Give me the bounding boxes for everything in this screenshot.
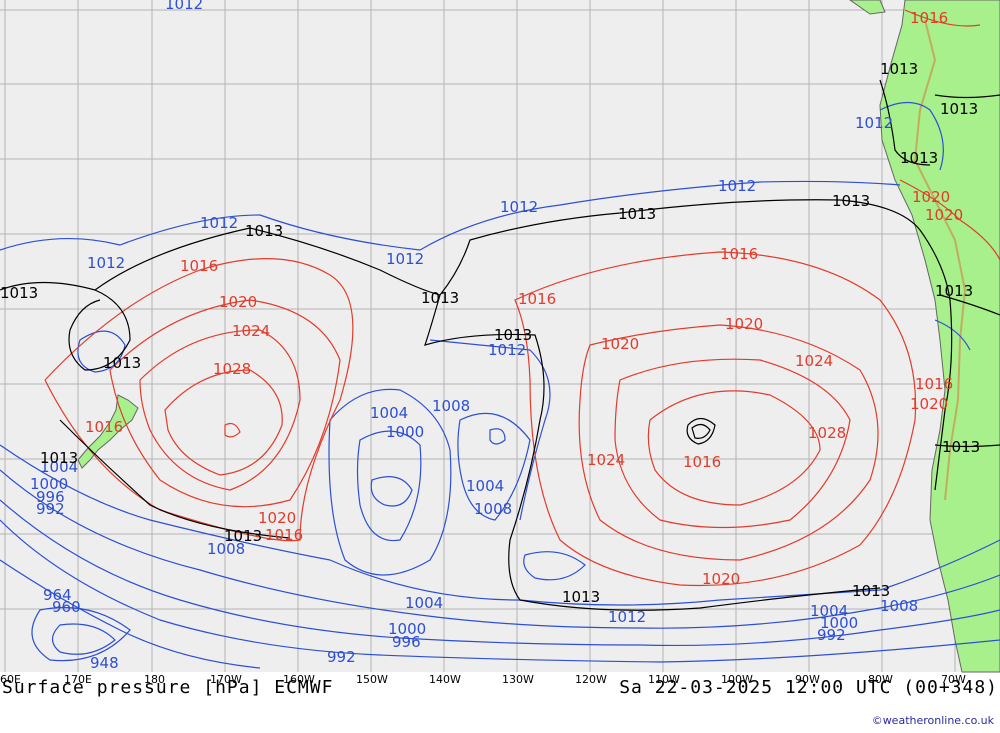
isobar-label: 1016 <box>85 418 123 436</box>
isobar-label: 1012 <box>200 214 238 232</box>
isobar-label: 992 <box>327 648 356 666</box>
isobar-label: 1012 <box>165 0 203 13</box>
isobar-label: 1012 <box>87 254 125 272</box>
isobar-label: 1020 <box>912 188 950 206</box>
isobar-label: 1024 <box>232 322 270 340</box>
map-title: Surface pressure [hPa] ECMWF <box>2 677 334 698</box>
isobar-label: 992 <box>36 500 65 518</box>
lon-tick: 130W <box>502 673 534 686</box>
isobar-label: 1013 <box>40 449 78 467</box>
isobar-label: 1004 <box>405 594 443 612</box>
isobar-label: 1013 <box>421 289 459 307</box>
isobar-label: 1028 <box>808 424 846 442</box>
isobar-label: 1013 <box>942 438 980 456</box>
forecast-datetime: Sa 22-03-2025 12:00 UTC (00+348) <box>619 677 998 698</box>
isobar-label: 960 <box>52 598 81 616</box>
isobar-label: 1013 <box>103 354 141 372</box>
lon-tick: 120W <box>575 673 607 686</box>
isobar-label: 1028 <box>213 360 251 378</box>
weather-map: 1012 1012 1012 1012 1012 1012 1012 1012 … <box>0 0 1000 733</box>
isobar-label: 1013 <box>494 326 532 344</box>
isobar-label: 1020 <box>601 335 639 353</box>
isobar-label: 1008 <box>432 397 470 415</box>
isobar-label: 1013 <box>880 60 918 78</box>
isobar-label: 1016 <box>683 453 721 471</box>
isobar-label: 1004 <box>466 477 504 495</box>
lon-tick: 140W <box>429 673 461 686</box>
isobar-label: 1012 <box>386 250 424 268</box>
lon-tick: 150W <box>356 673 388 686</box>
isobar-label: 1008 <box>474 500 512 518</box>
isobar-label: 1020 <box>925 206 963 224</box>
isobar-label: 1013 <box>245 222 283 240</box>
isobar-label: 1024 <box>795 352 833 370</box>
isobar-label: 1020 <box>219 293 257 311</box>
isobar-label: 1016 <box>518 290 556 308</box>
credit-link[interactable]: ©weatheronline.co.uk <box>872 714 994 727</box>
isobar-label: 1012 <box>500 198 538 216</box>
isobar-label: 1013 <box>224 527 262 545</box>
isobar-label: 1013 <box>940 100 978 118</box>
pressure-chart: 1012 1012 1012 1012 1012 1012 1012 1012 … <box>0 0 1000 686</box>
isobar-label: 1013 <box>900 149 938 167</box>
isobar-label: 948 <box>90 654 119 672</box>
isobar-label: 1020 <box>725 315 763 333</box>
isobar-label: 1020 <box>910 395 948 413</box>
isobar-label: 1013 <box>832 192 870 210</box>
isobar-label: 1016 <box>265 526 303 544</box>
isobar-label: 1013 <box>0 284 38 302</box>
isobar-label: 1016 <box>915 375 953 393</box>
isobar-label: 1013 <box>618 205 656 223</box>
isobar-label: 1012 <box>718 177 756 195</box>
isobar-label: 1012 <box>608 608 646 626</box>
isobar-label: 1000 <box>386 423 424 441</box>
isobar-label: 1024 <box>587 451 625 469</box>
isobar-label: 1013 <box>852 582 890 600</box>
isobar-label: 1016 <box>910 9 948 27</box>
isobar-label: 992 <box>817 626 846 644</box>
isobar-label: 996 <box>392 633 421 651</box>
isobar-label: 1016 <box>720 245 758 263</box>
isobar-label: 1020 <box>702 570 740 588</box>
isobar-label: 1013 <box>562 588 600 606</box>
isobar-label: 1016 <box>180 257 218 275</box>
isobar-label: 1020 <box>258 509 296 527</box>
isobar-label: 1013 <box>935 282 973 300</box>
isobar-label: 1012 <box>855 114 893 132</box>
isobar-label: 1004 <box>370 404 408 422</box>
